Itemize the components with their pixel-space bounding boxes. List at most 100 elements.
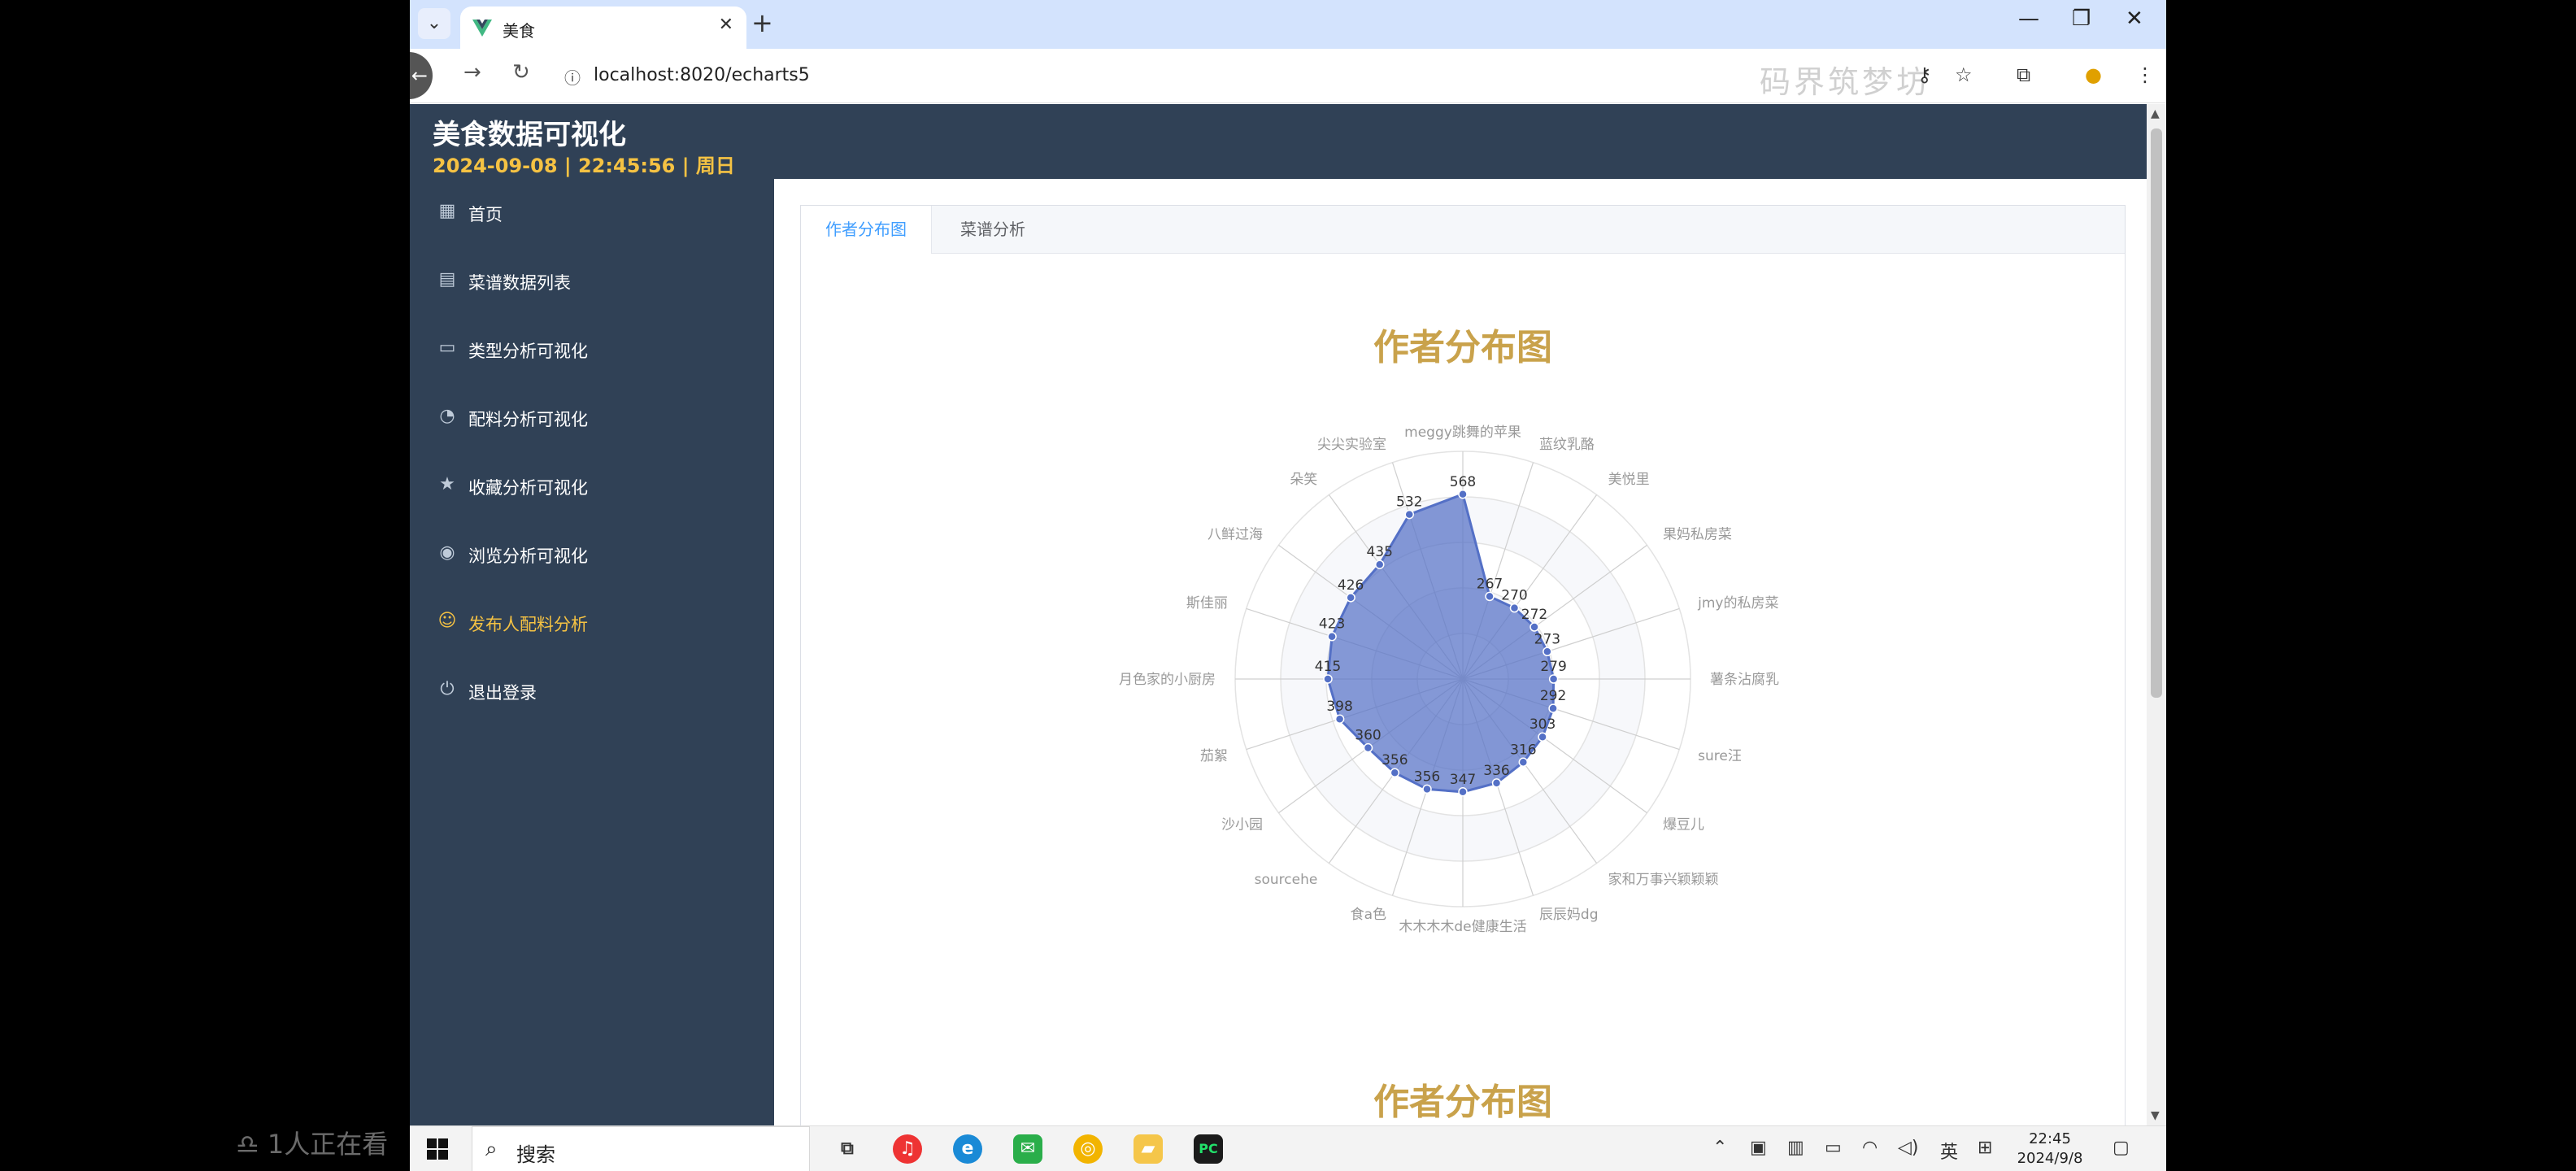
ime-indicator[interactable]: 英 bbox=[1940, 1138, 1958, 1164]
radar-value-label: 415 bbox=[1315, 659, 1341, 675]
viewer-count-text: 1人正在看 bbox=[267, 1129, 389, 1160]
sidebar-item-label: 收藏分析可视化 bbox=[468, 478, 588, 498]
chart-title-second: 作者分布图 bbox=[1373, 1082, 1552, 1123]
scroll-down-icon[interactable]: ▼ bbox=[2151, 1109, 2160, 1122]
radar-indicator-label: 薯条沾腐乳 bbox=[1710, 672, 1779, 688]
sidebar-item-label: 菜谱数据列表 bbox=[468, 273, 571, 293]
ime-mode-icon[interactable]: ⊞ bbox=[1978, 1138, 1992, 1158]
browser-tab[interactable]: 美食 ✕ bbox=[460, 7, 746, 49]
wechat-icon[interactable]: ✉ bbox=[1013, 1134, 1042, 1164]
netease-music-icon[interactable]: ♫ bbox=[893, 1134, 922, 1164]
volume-icon[interactable]: ◁) bbox=[1898, 1138, 1919, 1158]
tab-search-button[interactable]: ⌄ bbox=[418, 8, 450, 39]
sidebar-item-label: 退出登录 bbox=[468, 683, 537, 703]
sidebar-item-recipe-list[interactable]: ▤ 菜谱数据列表 bbox=[410, 247, 774, 316]
clock-date: 2024/9/8 bbox=[2017, 1150, 2083, 1167]
radar-value-label: 272 bbox=[1521, 607, 1547, 623]
close-window-button[interactable]: ✕ bbox=[2126, 7, 2143, 31]
radar-value-label: 270 bbox=[1501, 588, 1527, 604]
radar-data-point bbox=[1458, 490, 1468, 499]
radar-data-point bbox=[1491, 778, 1502, 788]
bookmark-star-icon[interactable]: ☆ bbox=[1955, 63, 1973, 86]
sidebar-item-label: 类型分析可视化 bbox=[468, 342, 588, 361]
radar-indicator-label: 家和万事兴颖颖颖 bbox=[1608, 872, 1719, 888]
chrome-icon[interactable]: ◎ bbox=[1073, 1134, 1103, 1164]
new-tab-button[interactable]: + bbox=[751, 8, 773, 37]
radar-value-label: 356 bbox=[1414, 768, 1440, 785]
file-explorer-icon[interactable]: ▰ bbox=[1134, 1134, 1163, 1164]
radar-data-point bbox=[1509, 603, 1520, 613]
radar-value-label: 273 bbox=[1534, 631, 1560, 647]
radar-data-point bbox=[1390, 768, 1400, 777]
tray-chevron-icon[interactable]: ⌃ bbox=[1712, 1138, 1727, 1158]
tab-recipe-analysis[interactable]: 菜谱分析 bbox=[936, 206, 1050, 253]
web-page: 美食数据可视化 2024-09-08 | 22:45:56 | 周日 ▦ 首页 … bbox=[410, 104, 2147, 1125]
radar-indicator-label: 美悦里 bbox=[1608, 472, 1650, 488]
site-info-icon[interactable]: ⓘ bbox=[564, 65, 581, 89]
scroll-thumb[interactable] bbox=[2151, 128, 2162, 698]
edge-icon[interactable]: e bbox=[953, 1134, 982, 1164]
radar-value-label: 303 bbox=[1530, 716, 1556, 733]
windows-start-icon[interactable] bbox=[426, 1138, 449, 1160]
radar-indicator-label: 月色家的小厨房 bbox=[1119, 672, 1216, 688]
minimize-button[interactable]: — bbox=[2018, 7, 2039, 31]
radar-value-label: 360 bbox=[1355, 728, 1381, 744]
watermark: 码界筑梦坊 bbox=[1760, 64, 1931, 100]
pie-icon: ◔ bbox=[439, 406, 455, 426]
radar-indicator-label: 食a色 bbox=[1351, 907, 1386, 923]
power-icon: ⏻ bbox=[440, 679, 455, 699]
restore-button[interactable]: ❐ bbox=[2072, 7, 2091, 31]
sidebar-item-type-analysis[interactable]: ▭ 类型分析可视化 bbox=[410, 316, 774, 384]
task-view-icon[interactable]: ⧉ bbox=[833, 1134, 862, 1164]
radar-data-point bbox=[1548, 703, 1558, 713]
radar-indicator-label: 蓝纹乳酪 bbox=[1539, 437, 1595, 453]
address-bar[interactable]: ⓘ localhost:8020/echarts5 bbox=[556, 54, 1939, 98]
monitor-icon: ▭ bbox=[438, 337, 456, 358]
taskbar-clock[interactable]: 22:45 2024/9/8 bbox=[2013, 1130, 2086, 1169]
radar-value-label: 336 bbox=[1483, 763, 1509, 779]
radar-data-point bbox=[1323, 674, 1333, 684]
search-label: 搜索 bbox=[516, 1143, 555, 1166]
radar-value-label: 347 bbox=[1450, 772, 1476, 788]
sidebar-item-publisher-analysis[interactable]: ☺ 发布人配料分析 bbox=[410, 589, 774, 657]
radar-indicator-label: 朵笑 bbox=[1290, 472, 1317, 488]
radar-data-point bbox=[1346, 593, 1355, 603]
radar-indicator-label: 茄絮 bbox=[1200, 748, 1228, 764]
scroll-up-icon[interactable]: ▲ bbox=[2151, 107, 2160, 120]
notification-icon[interactable]: ▢ bbox=[2113, 1138, 2130, 1158]
back-button[interactable]: ← bbox=[410, 52, 433, 99]
extensions-icon[interactable]: ⧉ bbox=[2017, 63, 2030, 86]
sidebar-item-ingredient-analysis[interactable]: ◔ 配料分析可视化 bbox=[410, 384, 774, 452]
tab-close-icon[interactable]: ✕ bbox=[719, 15, 733, 35]
password-key-icon[interactable]: ⚷ bbox=[1917, 63, 1932, 86]
tab-author-distribution[interactable]: 作者分布图 bbox=[801, 206, 932, 254]
radar-value-label: 292 bbox=[1540, 688, 1566, 704]
forward-button[interactable]: → bbox=[463, 60, 481, 85]
vue-logo-icon bbox=[472, 20, 492, 37]
profile-icon[interactable]: ● bbox=[2085, 63, 2102, 86]
pycharm-icon[interactable]: PC bbox=[1194, 1134, 1223, 1164]
sidebar-item-home[interactable]: ▦ 首页 bbox=[410, 179, 774, 247]
sidebar-item-view-analysis[interactable]: ◉ 浏览分析可视化 bbox=[410, 520, 774, 589]
network-icon[interactable]: ◠ bbox=[1862, 1138, 1878, 1158]
tray-app2-icon[interactable]: ▥ bbox=[1787, 1138, 1804, 1158]
radar-data-point bbox=[1422, 784, 1432, 794]
tab-strip: ⌄ 美食 ✕ + — ❐ ✕ bbox=[410, 0, 2166, 49]
reload-button[interactable]: ↻ bbox=[512, 60, 530, 85]
menu-kebab-icon[interactable]: ⋮ bbox=[2135, 63, 2155, 86]
radar-indicator-label: 尖尖实验室 bbox=[1317, 437, 1386, 453]
radar-data-point bbox=[1374, 559, 1385, 569]
battery-icon[interactable]: ▭ bbox=[1825, 1138, 1842, 1158]
tabs-card: 作者分布图 菜谱分析 作者分布图 meggy跳舞的苹果 蓝纹乳酪 美悦里 果妈私房菜 j… bbox=[800, 205, 2126, 1125]
sidebar-item-favorite-analysis[interactable]: ★ 收藏分析可视化 bbox=[410, 452, 774, 520]
radar-value-label: 435 bbox=[1366, 544, 1392, 560]
main-content: 作者分布图 菜谱分析 作者分布图 meggy跳舞的苹果 蓝纹乳酪 美悦里 果妈私房菜 j… bbox=[774, 179, 2147, 1125]
search-icon: ⌕ bbox=[485, 1137, 498, 1161]
user-icon: ☺ bbox=[437, 611, 457, 631]
tab-header: 作者分布图 菜谱分析 bbox=[801, 206, 2125, 254]
sidebar-item-logout[interactable]: ⏻ 退出登录 bbox=[410, 657, 774, 725]
page-scrollbar[interactable]: ▲ ▼ bbox=[2147, 104, 2166, 1125]
taskbar-search-box[interactable]: ⌕ 搜索 bbox=[472, 1126, 810, 1171]
url-text[interactable]: localhost:8020/echarts5 bbox=[594, 65, 810, 85]
tray-app-icon[interactable]: ▣ bbox=[1750, 1138, 1767, 1158]
